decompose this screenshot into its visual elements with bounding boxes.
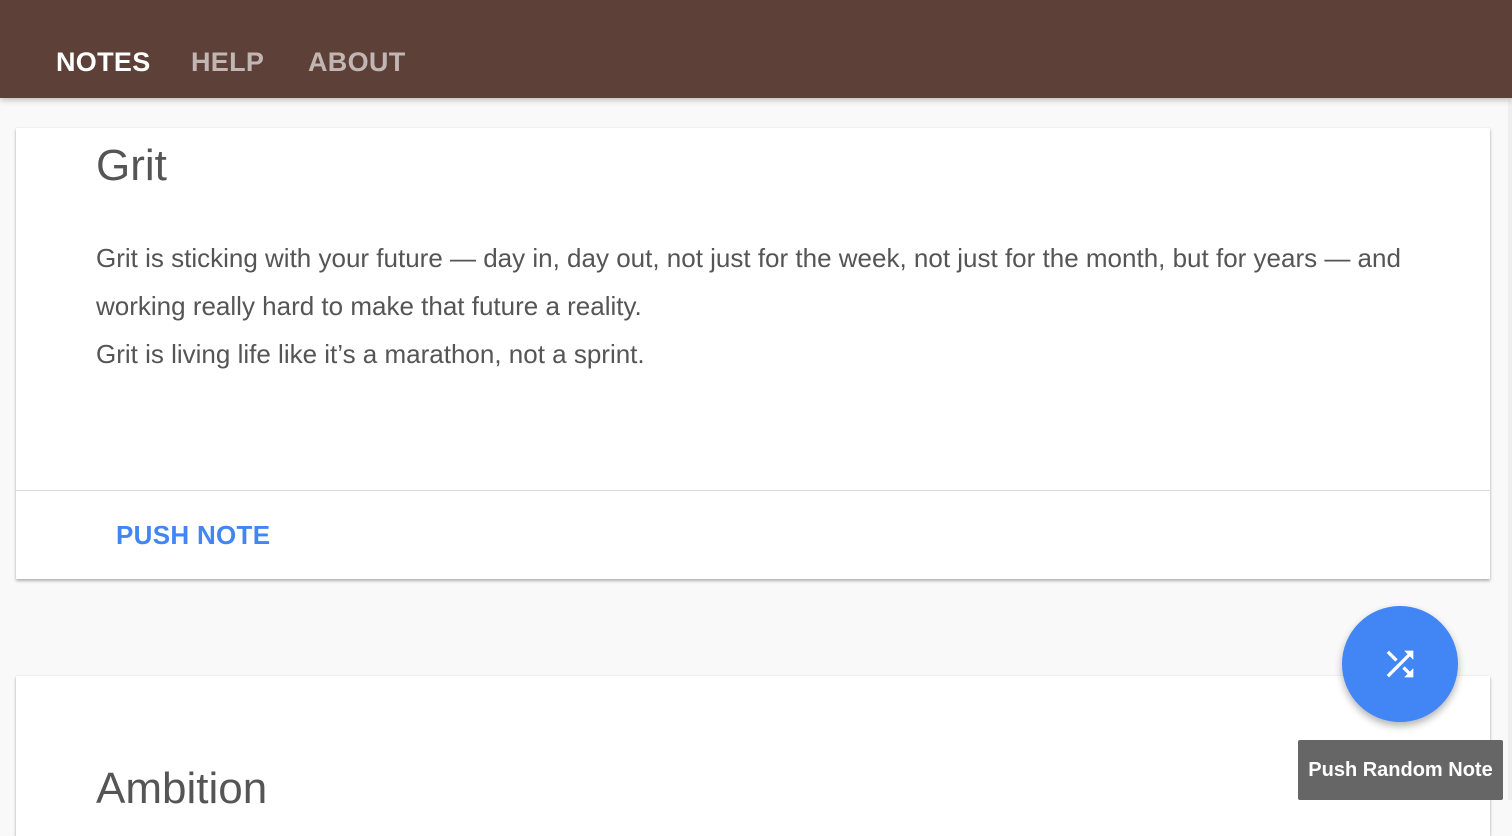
note-line: Grit is living life like it’s a marathon… bbox=[96, 339, 645, 369]
scrollbar-track[interactable] bbox=[1508, 98, 1512, 800]
tab-notes[interactable]: NOTES bbox=[56, 47, 151, 78]
fab-tooltip: Push Random Note bbox=[1298, 740, 1503, 800]
note-line: Grit is sticking with your future — day … bbox=[96, 243, 1401, 321]
note-card: Grit Grit is sticking with your future —… bbox=[16, 128, 1490, 579]
note-card: Ambition bbox=[16, 676, 1490, 836]
tab-about[interactable]: ABOUT bbox=[308, 47, 406, 78]
shuffle-icon bbox=[1386, 650, 1414, 678]
note-body: Grit is sticking with your future — day … bbox=[96, 234, 1436, 378]
card-divider bbox=[16, 490, 1490, 491]
note-title: Grit bbox=[96, 141, 167, 190]
push-note-button[interactable]: PUSH NOTE bbox=[116, 520, 270, 551]
tab-help[interactable]: HELP bbox=[191, 47, 264, 78]
push-random-note-button[interactable] bbox=[1342, 606, 1458, 722]
note-title: Ambition bbox=[96, 764, 268, 813]
app-bar: NOTES HELP ABOUT bbox=[0, 0, 1512, 98]
